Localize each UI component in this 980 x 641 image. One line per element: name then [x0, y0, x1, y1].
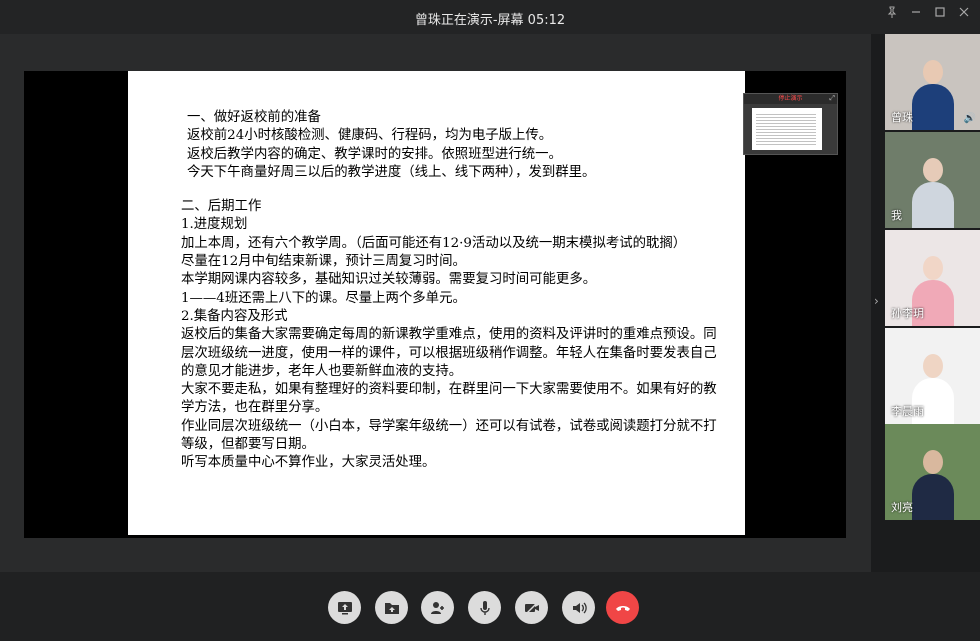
document-line: 一、做好返校前的准备	[187, 110, 321, 125]
participant-video	[910, 158, 956, 228]
share-file-button[interactable]	[375, 591, 408, 624]
participant-name: 我	[891, 209, 902, 222]
participant-strip: › 曾珠 🔊 我孙李玥李晨雨刘亮	[871, 34, 980, 572]
participant-tile[interactable]: 曾珠 🔊	[885, 34, 980, 130]
document-line: 本学期网课内容较多，基础知识过关较薄弱。需要复习时间可能更多。	[181, 272, 597, 288]
document-line: 大家不要走私，如果有整理好的资料要印制，在群里问一下大家需要使用不。如果有好的教…	[181, 382, 717, 416]
participant-video	[910, 450, 956, 520]
document-line: 1.进度规划	[181, 217, 248, 233]
participant-tile[interactable]: 孙李玥	[885, 230, 980, 326]
microphone-icon	[479, 600, 490, 615]
participant-name: 李晨雨	[891, 405, 924, 418]
document-line: 听写本质量中心不算作业，大家灵活处理。	[181, 455, 436, 471]
share-screen-button[interactable]	[328, 591, 361, 624]
participant-tile[interactable]: 李晨雨	[885, 328, 980, 424]
camera-off-icon	[524, 601, 539, 614]
document-text: 一、做好返校前的准备 返校前24小时核酸检测、健康码、行程码，均为电子版上传。 返校…	[181, 109, 726, 473]
document-line: 返校后的集备大家需要确定每周的新课教学重难点，使用的资料及评讲时的重难点预设。同…	[181, 327, 717, 379]
pin-icon[interactable]	[882, 6, 902, 24]
document-page: 一、做好返校前的准备 返校前24小时核酸检测、健康码、行程码，均为电子版上传。 返校…	[128, 71, 745, 535]
add-member-icon	[430, 601, 444, 614]
speaking-indicator-icon: 🔊	[963, 113, 976, 124]
shared-screen: 一、做好返校前的准备 返校前24小时核酸检测、健康码、行程码，均为电子版上传。 返校…	[24, 71, 846, 538]
document-line: 返校后教学内容的确定、教学课时的安排。依照班型进行统一。	[187, 146, 562, 162]
presenter-preview[interactable]: 停止演示 ⤢	[743, 93, 838, 155]
participant-name: 孙李玥	[891, 307, 924, 320]
title-bar: 曾珠正在演示-屏幕 05:12	[0, 0, 980, 34]
close-icon[interactable]	[954, 6, 974, 24]
participant-tile[interactable]: 刘亮	[885, 424, 980, 520]
participant-video	[910, 60, 956, 130]
window-controls	[882, 6, 974, 24]
hang-up-button[interactable]	[606, 591, 639, 624]
collapse-panel-icon[interactable]: ›	[874, 294, 879, 308]
document-line: 尽量在12月中旬结束新课，预计三周复习时间。	[181, 254, 466, 270]
speaker-button[interactable]	[562, 591, 595, 624]
participant-tile[interactable]: 我	[885, 132, 980, 228]
shared-screen-area: 一、做好返校前的准备 返校前24小时核酸检测、健康码、行程码，均为电子版上传。 返校…	[0, 34, 871, 572]
invite-button[interactable]	[421, 591, 454, 624]
preview-thumbnail	[752, 108, 822, 150]
microphone-button[interactable]	[468, 591, 501, 624]
document-line: 加上本周，还有六个教学周。（后面可能还有12·9活动以及统一期末模拟考试的耽搁）	[181, 235, 687, 251]
stop-presenting-label[interactable]: 停止演示	[744, 94, 837, 104]
speaker-icon	[572, 602, 587, 613]
participant-name: 曾珠	[891, 111, 913, 124]
share-screen-icon	[337, 601, 352, 614]
expand-icon[interactable]: ⤢	[829, 94, 835, 103]
document-line: 2.集备内容及形式	[181, 308, 288, 324]
document-line: 二、后期工作	[181, 199, 262, 215]
meeting-toolbar	[0, 572, 980, 641]
maximize-icon[interactable]	[930, 6, 950, 24]
document-line: 今天下午商量好周三以后的教学进度（线上、线下两种），发到群里。	[187, 164, 596, 180]
folder-icon	[384, 602, 399, 614]
document-line: 1——4班还需上八下的课。尽量上两个多单元。	[181, 290, 466, 306]
document-line: 返校前24小时核酸检测、健康码、行程码，均为电子版上传。	[187, 128, 553, 144]
window-title: 曾珠正在演示-屏幕 05:12	[414, 13, 566, 28]
hang-up-icon	[615, 605, 630, 611]
camera-off-button[interactable]	[515, 591, 548, 624]
participant-name: 刘亮	[891, 501, 913, 514]
document-line: 作业同层次班级统一（小白本，导学案年级统一）还可以有试卷，试卷或阅读题打分就不打…	[181, 418, 717, 453]
minimize-icon[interactable]	[906, 6, 926, 24]
